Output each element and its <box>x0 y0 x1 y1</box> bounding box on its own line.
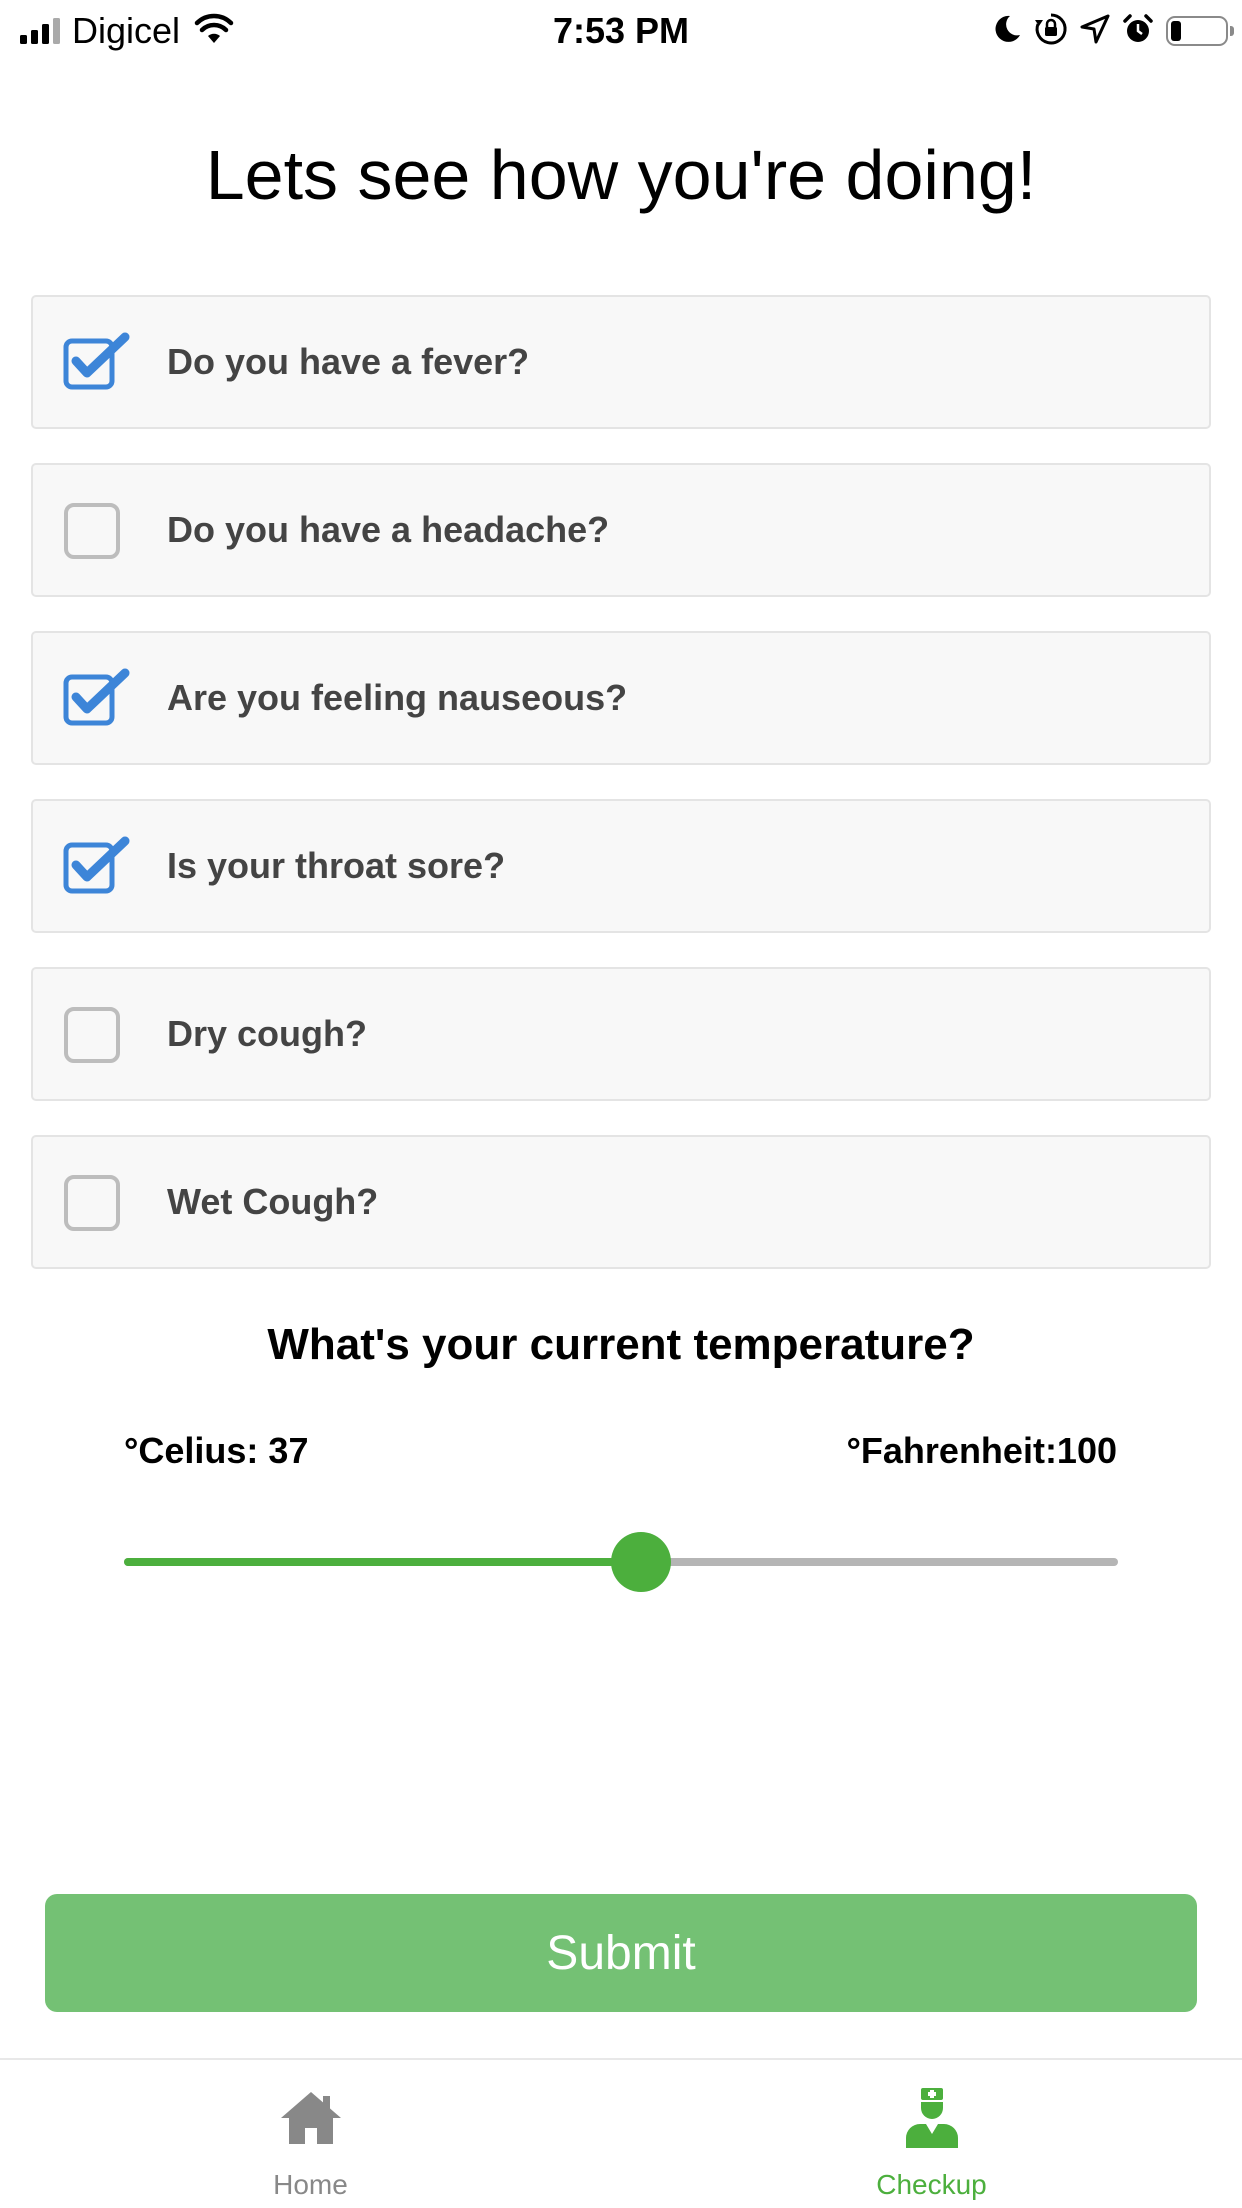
checkbox-checked[interactable] <box>63 331 130 391</box>
slider-fill <box>124 1558 641 1566</box>
home-icon <box>279 2086 343 2150</box>
tab-label: Home <box>273 2169 348 2200</box>
symptom-question-list: Do you have a fever? Do you have a heada… <box>31 295 1211 1303</box>
question-label: Dry cough? <box>167 1013 368 1054</box>
doctor-icon <box>900 2086 964 2150</box>
tab-home[interactable]: Home <box>0 2060 621 2208</box>
moon-icon <box>992 13 1022 50</box>
page-title: Lets see how you're doing! <box>205 136 1037 214</box>
status-bar: Digicel 7:53 PM <box>0 0 1242 62</box>
question-card-fever[interactable]: Do you have a fever? <box>31 295 1211 429</box>
status-bar-right <box>992 10 1234 52</box>
celsius-readout: °Celius: 37 <box>124 1430 309 1471</box>
tab-label: Checkup <box>876 2169 987 2200</box>
question-card-wet-cough[interactable]: Wet Cough? <box>31 1135 1211 1269</box>
rotation-lock-icon <box>1034 12 1068 51</box>
question-label: Are you feeling nauseous? <box>167 677 628 718</box>
slider-thumb[interactable] <box>611 1532 671 1592</box>
checkbox-checked[interactable] <box>63 667 130 727</box>
question-label: Do you have a headache? <box>167 509 610 550</box>
tab-bar: Home Checkup <box>0 2058 1242 2208</box>
fahrenheit-readout: °Fahrenheit:100 <box>846 1430 1117 1471</box>
question-label: Wet Cough? <box>167 1181 379 1222</box>
question-card-sore-throat[interactable]: Is your throat sore? <box>31 799 1211 933</box>
question-label: Do you have a fever? <box>167 341 530 382</box>
alarm-icon <box>1122 13 1154 50</box>
checkbox-unchecked[interactable] <box>63 499 123 559</box>
submit-button[interactable]: Submit <box>45 1894 1197 2012</box>
question-card-headache[interactable]: Do you have a headache? <box>31 463 1211 597</box>
temperature-slider[interactable] <box>124 1532 1118 1592</box>
question-card-nauseous[interactable]: Are you feeling nauseous? <box>31 631 1211 765</box>
checkbox-checked[interactable] <box>63 835 130 895</box>
tab-checkup[interactable]: Checkup <box>621 2060 1242 2208</box>
checkbox-unchecked[interactable] <box>63 1003 123 1063</box>
temperature-heading: What's your current temperature? <box>267 1320 975 1369</box>
battery-icon <box>1166 16 1234 46</box>
question-card-dry-cough[interactable]: Dry cough? <box>31 967 1211 1101</box>
checkbox-unchecked[interactable] <box>63 1171 123 1231</box>
question-label: Is your throat sore? <box>167 845 506 886</box>
location-arrow-icon <box>1080 14 1110 49</box>
